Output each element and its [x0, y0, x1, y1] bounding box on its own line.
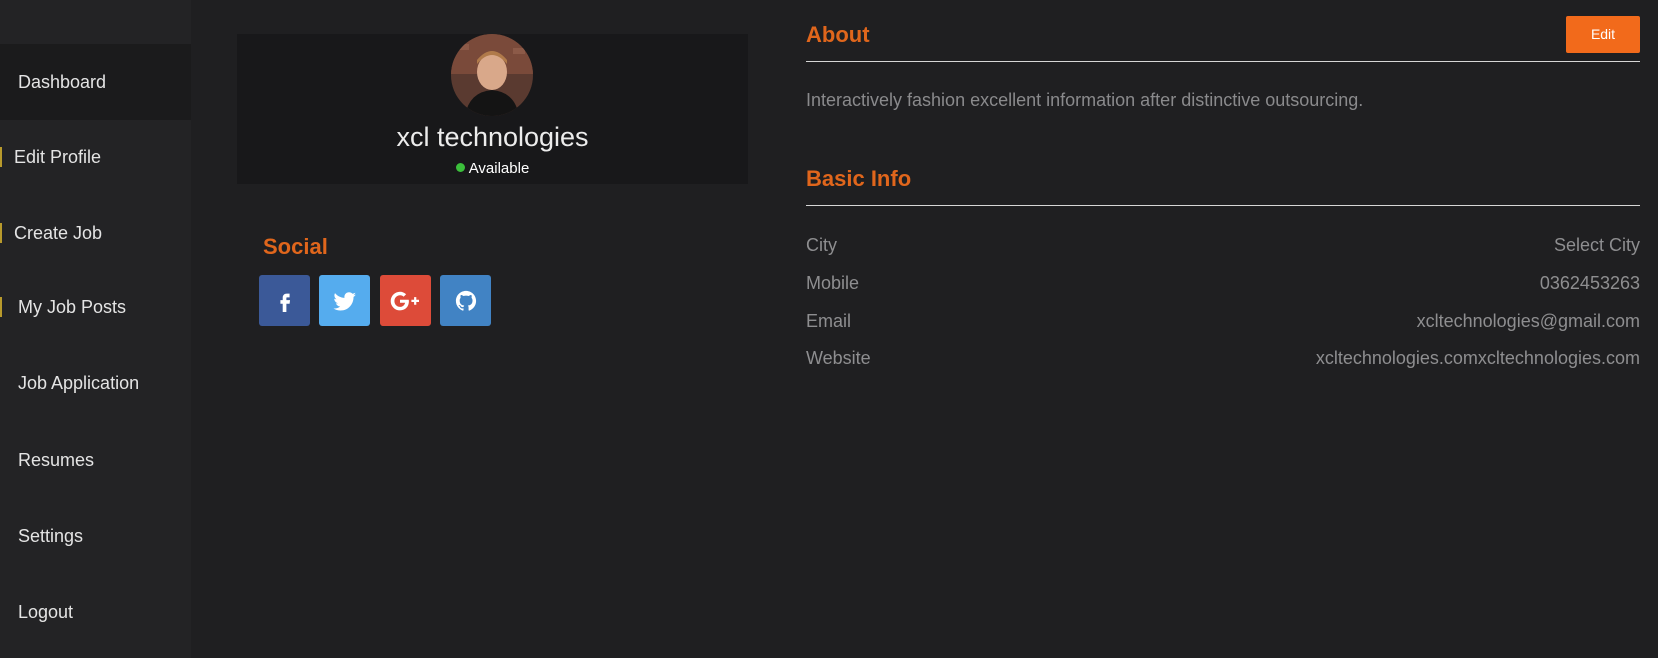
sidebar-item-create-job[interactable]: Create Job	[0, 195, 191, 271]
sidebar-item-edit-profile[interactable]: Edit Profile	[0, 119, 191, 195]
about-text: Interactively fashion excellent informat…	[806, 90, 1364, 110]
basic-info-heading: Basic Info	[806, 166, 912, 191]
nav-indicator	[0, 223, 2, 243]
twitter-button[interactable]	[319, 275, 370, 326]
sidebar-item-label: Resumes	[18, 450, 95, 470]
sidebar: Dashboard Edit Profile Create Job My Job…	[0, 0, 191, 658]
google-plus-icon	[390, 291, 419, 310]
sidebar-item-label: Logout	[18, 602, 74, 622]
nav-indicator	[0, 297, 2, 317]
facebook-button[interactable]	[259, 275, 310, 326]
sidebar-item-label: Edit Profile	[14, 147, 102, 167]
info-label-city: City	[806, 235, 837, 255]
sidebar-item-settings[interactable]: Settings	[0, 498, 191, 574]
status-dot-icon	[455, 163, 465, 172]
info-label-mobile: Mobile	[806, 273, 860, 293]
nav-indicator	[0, 147, 2, 167]
google-plus-button[interactable]	[380, 275, 431, 326]
info-value-city: Select City	[1553, 235, 1640, 255]
github-button[interactable]	[440, 275, 491, 326]
profile-card: xcl technologies Available	[237, 34, 748, 184]
availability-status: Available	[237, 160, 748, 177]
info-value-website: xcltechnologies.comxcltechnologies.com	[1315, 348, 1640, 368]
sidebar-item-logout[interactable]: Logout	[0, 574, 191, 650]
about-divider	[806, 61, 1640, 62]
twitter-icon	[333, 291, 356, 310]
edit-button[interactable]: Edit	[1566, 16, 1640, 53]
info-value-mobile: 0362453263	[1539, 273, 1640, 293]
about-heading: About	[806, 22, 870, 47]
sidebar-item-label: Create Job	[14, 223, 103, 243]
sidebar-item-my-job-posts[interactable]: My Job Posts	[0, 269, 191, 345]
sidebar-item-job-application[interactable]: Job Application	[0, 345, 191, 421]
sidebar-item-label: Job Application	[18, 373, 140, 393]
sidebar-item-label: Settings	[18, 526, 84, 546]
sidebar-item-dashboard[interactable]: Dashboard	[0, 44, 191, 120]
info-label-website: Website	[806, 348, 871, 368]
avatar-image	[451, 34, 533, 116]
github-icon	[455, 290, 476, 311]
basic-info-divider	[806, 205, 1640, 206]
profile-name: xcl technologies	[396, 122, 589, 152]
facebook-icon	[279, 293, 290, 312]
sidebar-item-label: Dashboard	[18, 72, 107, 92]
social-heading: Social	[263, 234, 328, 259]
avatar	[451, 34, 533, 116]
status-label: Available	[468, 160, 530, 177]
sidebar-item-label: My Job Posts	[18, 297, 127, 317]
info-value-email: xcltechnologies@gmail.com	[1416, 311, 1640, 331]
sidebar-item-resumes[interactable]: Resumes	[0, 422, 191, 498]
info-label-email: Email	[806, 311, 852, 331]
